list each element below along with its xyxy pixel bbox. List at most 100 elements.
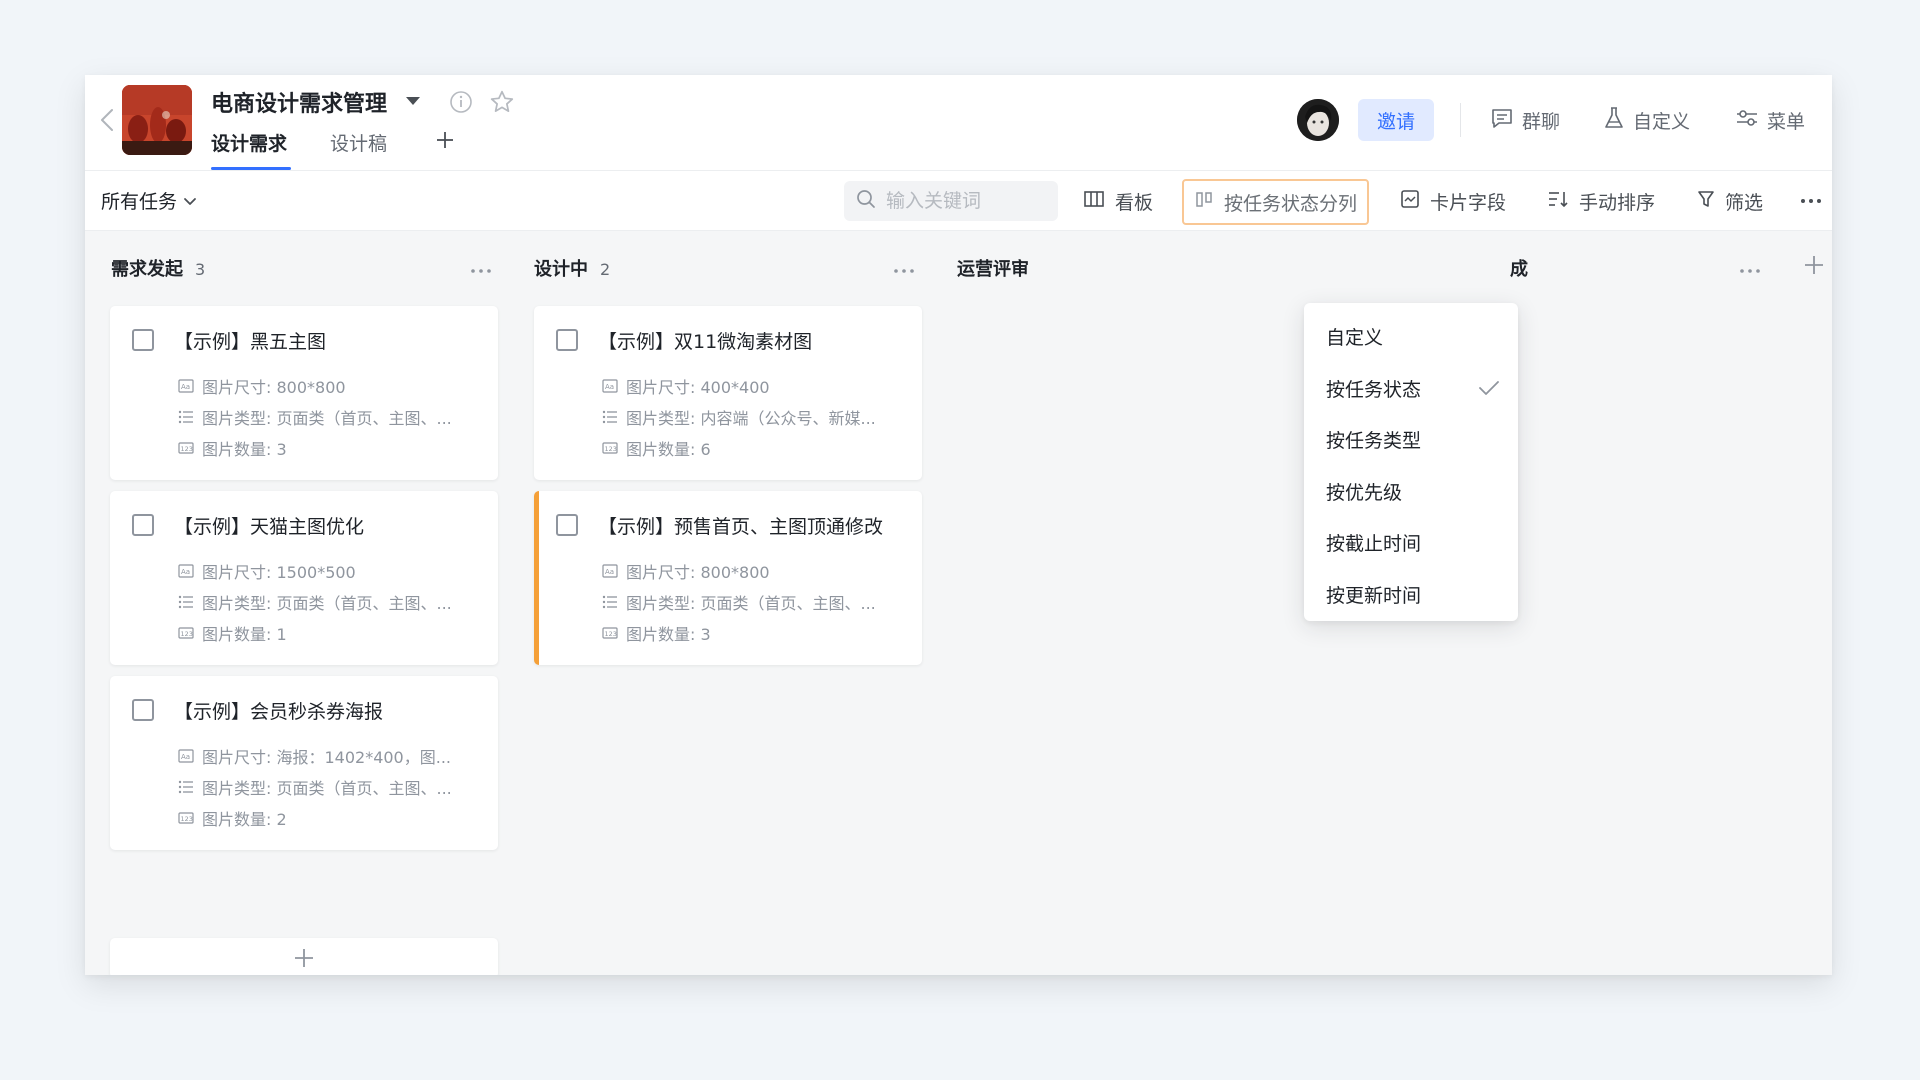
sort-label: 手动排序 bbox=[1579, 191, 1656, 214]
column-title: 成 bbox=[1510, 259, 1528, 280]
tab-design-drafts[interactable]: 设计稿 bbox=[330, 129, 387, 156]
svg-text:Aa: Aa bbox=[181, 383, 190, 391]
info-icon[interactable] bbox=[447, 88, 475, 116]
image-size-icon: Aa bbox=[602, 379, 618, 393]
more-options-icon[interactable] bbox=[1800, 183, 1822, 219]
menu-label: 菜单 bbox=[1767, 110, 1806, 133]
sort-icon bbox=[1547, 189, 1569, 214]
column-more-icon[interactable] bbox=[1739, 259, 1763, 273]
group-by-dropdown: 自定义 按任务状态 按任务类型 按优先级 按截止时间 按更新时间 bbox=[1304, 303, 1518, 621]
star-icon[interactable] bbox=[488, 88, 516, 116]
task-card[interactable]: 【示例】黑五主图 Aa 图片尺寸: 800*800 图片类型: 页面类（首页、主… bbox=[110, 306, 498, 480]
dropdown-item-by-deadline[interactable]: 按截止时间 bbox=[1304, 517, 1518, 569]
task-title: 【示例】双11微淘素材图 bbox=[598, 331, 813, 353]
kanban-view-button[interactable]: 看板 bbox=[1083, 183, 1153, 219]
chat-icon bbox=[1490, 107, 1514, 134]
image-size-icon: Aa bbox=[178, 564, 194, 578]
number-icon: 123 bbox=[178, 627, 194, 639]
column-title: 设计中 bbox=[534, 259, 588, 280]
column-more-icon[interactable] bbox=[470, 259, 494, 273]
card-fields-icon bbox=[1400, 189, 1420, 214]
menu-button[interactable]: 菜单 bbox=[1735, 105, 1805, 135]
field-qty: 123 图片数量: 6 bbox=[602, 436, 711, 460]
check-icon bbox=[1478, 379, 1500, 397]
view-toolbar: 所有任务 看板 按任务状态分列 bbox=[85, 171, 1832, 231]
project-switch-caret-icon[interactable] bbox=[406, 97, 420, 105]
dropdown-item-by-priority[interactable]: 按优先级 bbox=[1304, 466, 1518, 518]
back-icon[interactable] bbox=[95, 105, 119, 135]
task-checkbox[interactable] bbox=[556, 329, 578, 351]
group-by-button[interactable]: 按任务状态分列 bbox=[1182, 179, 1370, 225]
list-icon bbox=[602, 410, 617, 424]
column-count: 3 bbox=[195, 260, 206, 279]
task-checkbox[interactable] bbox=[132, 699, 154, 721]
column-title: 运营评审 bbox=[957, 259, 1029, 280]
kanban-icon bbox=[1083, 189, 1105, 214]
dropdown-item-by-updated[interactable]: 按更新时间 bbox=[1304, 569, 1518, 621]
project-header: 电商设计需求管理 设计需求 设计稿 邀请 群聊 自定义 菜单 bbox=[85, 75, 1832, 171]
field-type: 图片类型: 页面类（首页、主图、... bbox=[602, 590, 876, 614]
field-size: Aa 图片尺寸: 800*800 bbox=[178, 374, 346, 398]
task-checkbox[interactable] bbox=[132, 329, 154, 351]
card-fields-label: 卡片字段 bbox=[1430, 191, 1507, 214]
svg-text:123: 123 bbox=[181, 815, 193, 823]
customize-button[interactable]: 自定义 bbox=[1603, 105, 1690, 135]
add-card-button[interactable] bbox=[110, 938, 498, 975]
list-icon bbox=[178, 410, 193, 424]
column-more-icon[interactable] bbox=[893, 259, 917, 273]
column-header: 需求发起 3 bbox=[111, 255, 205, 281]
task-card[interactable]: 【示例】会员秒杀券海报 Aa 图片尺寸: 海报：1402*400，图... 图片… bbox=[110, 676, 498, 850]
svg-text:Aa: Aa bbox=[605, 568, 614, 576]
header-divider bbox=[1460, 103, 1461, 137]
task-card[interactable]: 【示例】预售首页、主图顶通修改 Aa 图片尺寸: 800*800 图片类型: 页… bbox=[534, 491, 922, 665]
task-card[interactable]: 【示例】双11微淘素材图 Aa 图片尺寸: 400*400 图片类型: 内容端（… bbox=[534, 306, 922, 480]
menu-sliders-icon bbox=[1735, 107, 1759, 134]
task-title: 【示例】预售首页、主图顶通修改 bbox=[598, 516, 884, 538]
task-title: 【示例】黑五主图 bbox=[174, 331, 327, 353]
svg-text:123: 123 bbox=[605, 445, 617, 453]
field-qty: 123 图片数量: 2 bbox=[178, 806, 287, 830]
avatar[interactable] bbox=[1297, 99, 1339, 141]
tab-design-requests[interactable]: 设计需求 bbox=[211, 129, 287, 156]
svg-text:123: 123 bbox=[181, 630, 193, 638]
search-icon bbox=[856, 189, 876, 213]
card-fields-button[interactable]: 卡片字段 bbox=[1400, 183, 1506, 219]
search-input[interactable] bbox=[886, 190, 1036, 212]
project-title: 电商设计需求管理 bbox=[211, 92, 388, 117]
field-type: 图片类型: 页面类（首页、主图、... bbox=[178, 590, 452, 614]
group-chat-button[interactable]: 群聊 bbox=[1490, 105, 1560, 135]
image-size-icon: Aa bbox=[178, 749, 194, 763]
list-icon bbox=[602, 595, 617, 609]
field-size: Aa 图片尺寸: 海报：1402*400，图... bbox=[178, 744, 451, 768]
sort-button[interactable]: 手动排序 bbox=[1547, 183, 1655, 219]
field-qty: 123 图片数量: 3 bbox=[178, 436, 287, 460]
number-icon: 123 bbox=[602, 627, 618, 639]
kanban-label: 看板 bbox=[1115, 191, 1154, 214]
group-by-label: 按任务状态分列 bbox=[1224, 192, 1358, 215]
flask-icon bbox=[1603, 106, 1625, 135]
task-checkbox[interactable] bbox=[132, 514, 154, 536]
invite-button[interactable]: 邀请 bbox=[1358, 99, 1434, 141]
number-icon: 123 bbox=[178, 442, 194, 454]
column-header: 设计中 2 bbox=[534, 255, 610, 281]
field-size: Aa 图片尺寸: 800*800 bbox=[602, 559, 770, 583]
task-checkbox[interactable] bbox=[556, 514, 578, 536]
filter-button[interactable]: 筛选 bbox=[1697, 183, 1763, 219]
add-column-icon[interactable] bbox=[1802, 253, 1826, 277]
task-filter-label: 所有任务 bbox=[101, 191, 178, 213]
task-card[interactable]: 【示例】天猫主图优化 Aa 图片尺寸: 1500*500 图片类型: 页面类（首… bbox=[110, 491, 498, 665]
dropdown-item-custom[interactable]: 自定义 bbox=[1304, 311, 1518, 363]
search-box bbox=[844, 181, 1058, 221]
project-logo bbox=[122, 85, 192, 155]
svg-text:Aa: Aa bbox=[181, 568, 190, 576]
column-header: 成 bbox=[1510, 255, 1528, 281]
dropdown-item-by-status[interactable]: 按任务状态 bbox=[1304, 363, 1518, 415]
number-icon: 123 bbox=[178, 812, 194, 824]
dropdown-item-by-type[interactable]: 按任务类型 bbox=[1304, 414, 1518, 466]
add-tab-icon[interactable] bbox=[432, 127, 458, 153]
columns-icon bbox=[1194, 190, 1214, 215]
field-qty: 123 图片数量: 1 bbox=[178, 621, 287, 645]
svg-text:Aa: Aa bbox=[605, 383, 614, 391]
task-filter-select[interactable]: 所有任务 bbox=[101, 187, 197, 214]
kanban-board: 需求发起 3 设计中 2 运营评审 成 【示例】黑五主图 Aa 图片尺寸: 80… bbox=[85, 231, 1832, 975]
